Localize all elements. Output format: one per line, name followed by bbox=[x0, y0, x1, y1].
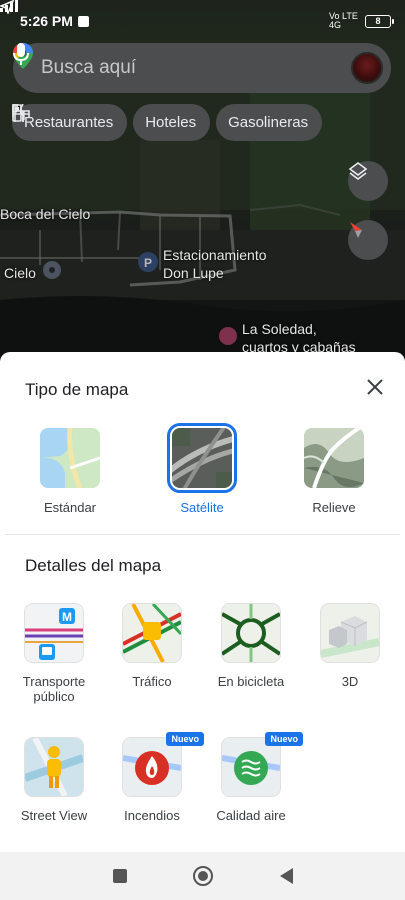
map-label-boca[interactable]: Boca del Cielo bbox=[0, 205, 90, 223]
status-time: 5:26 PM bbox=[20, 13, 73, 29]
map-label-parking-line1: Estacionamiento bbox=[163, 247, 267, 263]
detail-label: Transporte público bbox=[6, 674, 102, 704]
compass-button[interactable] bbox=[348, 220, 388, 260]
recent-apps-icon[interactable] bbox=[112, 868, 128, 884]
compass-icon bbox=[350, 222, 362, 238]
map-type-label: Relieve bbox=[312, 500, 356, 515]
map-type-terrain-thumbnail bbox=[304, 428, 364, 488]
map-layers-sheet: Tipo de mapa Estándar Satélite Relieve D… bbox=[0, 352, 405, 852]
wildfires-thumbnail bbox=[123, 738, 181, 796]
details-title: Detalles del mapa bbox=[25, 556, 162, 575]
chip-gasolineras[interactable]: Gasolineras bbox=[12, 104, 323, 141]
detail-3d[interactable]: 3D bbox=[302, 604, 398, 689]
detail-label: 3D bbox=[341, 674, 359, 689]
bicycling-thumbnail bbox=[222, 604, 280, 662]
detail-label: Street View bbox=[20, 808, 88, 823]
avatar[interactable] bbox=[351, 52, 383, 84]
category-chips: Restaurantes Hoteles Gasolineras bbox=[12, 104, 323, 141]
status-bar: 5:26 PM Vo LTE 4G 8 bbox=[0, 0, 405, 42]
search-input[interactable]: Busca aquí bbox=[41, 57, 351, 79]
detail-label: Tráfico bbox=[132, 674, 172, 689]
detail-label: En bicicleta bbox=[217, 674, 285, 689]
chip-label: Restaurantes bbox=[24, 114, 114, 131]
detail-label: Calidad aire bbox=[216, 808, 286, 823]
transit-thumbnail: M bbox=[25, 604, 83, 662]
new-badge: Nuevo bbox=[265, 732, 303, 746]
map-label-parking-line2: Don Lupe bbox=[163, 265, 224, 281]
notification-icon bbox=[77, 15, 89, 27]
battery-level: 8 bbox=[375, 16, 381, 26]
search-bar[interactable]: Busca aquí bbox=[13, 43, 391, 93]
back-icon[interactable] bbox=[278, 867, 294, 885]
home-icon[interactable] bbox=[192, 865, 214, 887]
chip-hoteles[interactable]: Hoteles bbox=[12, 104, 211, 141]
map-label-soledad-line1: La Soledad, bbox=[242, 321, 317, 337]
signal-icon bbox=[0, 0, 18, 12]
chip-label: Gasolineras bbox=[228, 114, 309, 131]
detail-trafico[interactable]: Tráfico bbox=[104, 604, 200, 689]
street-view-thumbnail bbox=[25, 738, 83, 796]
map-label-cielo[interactable]: Cielo bbox=[4, 264, 36, 282]
map-type-label: Satélite bbox=[180, 500, 224, 515]
layers-icon bbox=[348, 162, 368, 180]
detail-label-line1: Transporte bbox=[22, 674, 86, 689]
map-type-relieve[interactable]: Relieve bbox=[279, 428, 389, 515]
map-type-estandar[interactable]: Estándar bbox=[15, 428, 125, 515]
new-badge: Nuevo bbox=[166, 732, 204, 746]
map-type-label: Estándar bbox=[43, 500, 97, 515]
detail-label: Incendios bbox=[124, 808, 180, 823]
3d-thumbnail bbox=[321, 604, 379, 662]
mic-icon[interactable] bbox=[13, 43, 29, 65]
close-icon[interactable] bbox=[364, 376, 386, 398]
divider bbox=[5, 534, 400, 535]
detail-transporte-publico[interactable]: M Transporte público bbox=[6, 604, 102, 704]
chip-label: Hoteles bbox=[145, 114, 197, 131]
map-type-satellite-thumbnail bbox=[167, 423, 237, 493]
detail-incendios[interactable]: Nuevo Incendios bbox=[104, 732, 204, 823]
detail-label-line2: público bbox=[33, 689, 75, 704]
battery-icon: 8 bbox=[365, 14, 394, 28]
detail-calidad-aire[interactable]: Nuevo Calidad aire bbox=[203, 732, 303, 823]
map-type-default-thumbnail bbox=[40, 428, 100, 488]
air-quality-thumbnail bbox=[222, 738, 280, 796]
map-label-soledad[interactable]: La Soledad, cuartos y cabañas bbox=[242, 320, 356, 356]
svg-text:M: M bbox=[62, 610, 72, 624]
sheet-title: Tipo de mapa bbox=[25, 380, 129, 399]
gas-pump-icon bbox=[12, 104, 25, 122]
map-view[interactable]: P Boca del Cielo Cielo Estacionamiento D… bbox=[0, 0, 405, 360]
layers-button[interactable] bbox=[348, 161, 388, 201]
network-label: Vo LTE 4G bbox=[329, 11, 358, 30]
detail-en-bicicleta[interactable]: En bicicleta bbox=[203, 604, 299, 689]
detail-street-view[interactable]: Street View bbox=[6, 738, 102, 823]
map-label-parking[interactable]: Estacionamiento Don Lupe bbox=[163, 246, 267, 282]
map-type-satelite[interactable]: Satélite bbox=[147, 423, 257, 515]
system-nav-bar bbox=[0, 852, 405, 900]
traffic-thumbnail bbox=[123, 604, 181, 662]
